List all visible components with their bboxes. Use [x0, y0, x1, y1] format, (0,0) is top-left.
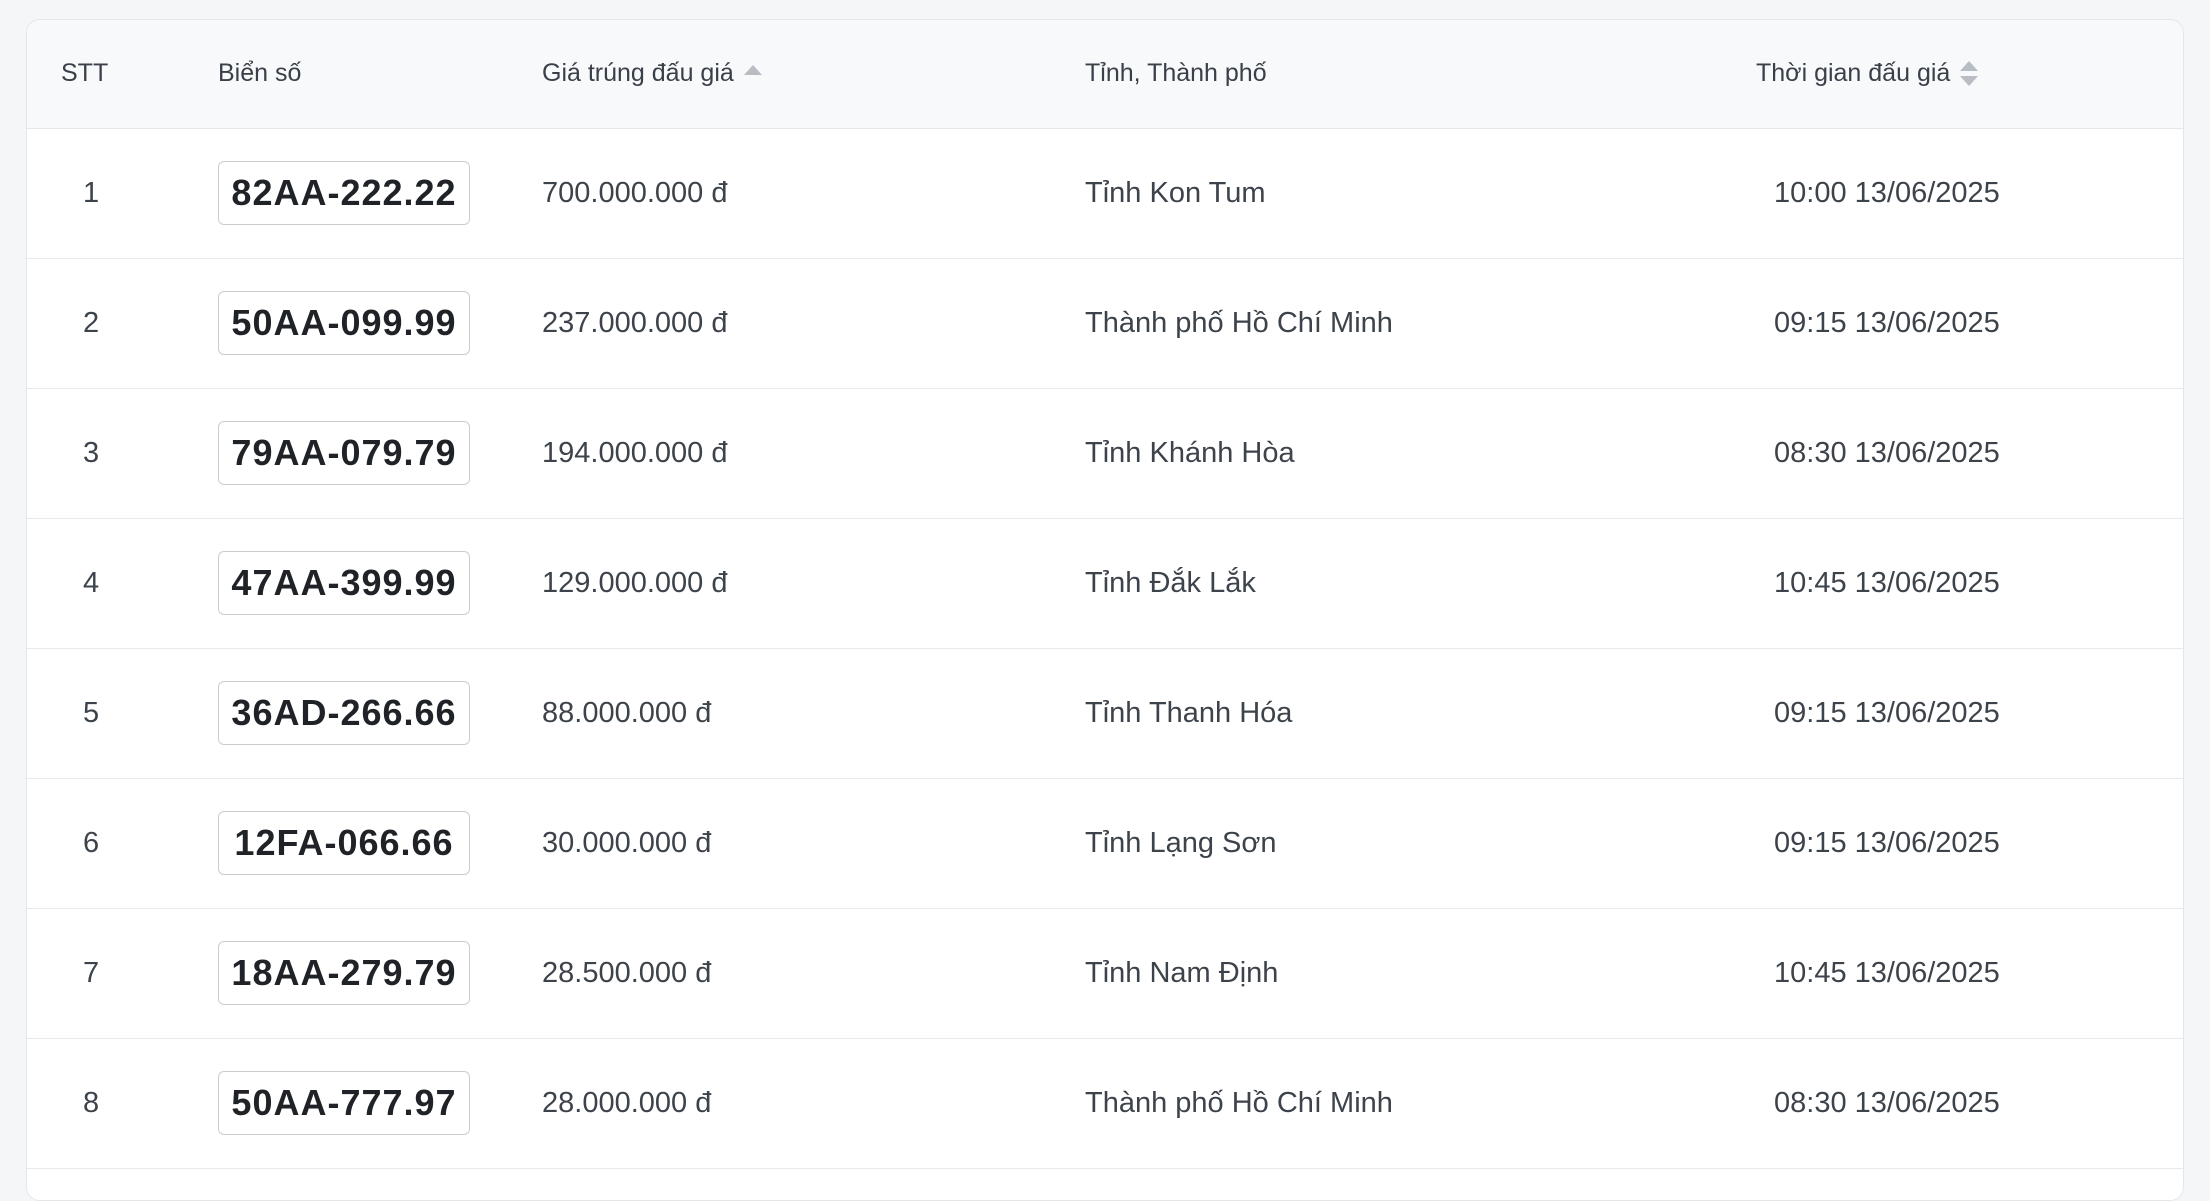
header-price-label[interactable]: Giá trúng đấu giá [542, 59, 734, 87]
cell-time: 09:15 13/06/2025 [1756, 778, 2183, 909]
cell-plate: 36AD-266.66 [192, 648, 514, 779]
license-plate[interactable]: 47AA-399.99 [218, 551, 470, 615]
cell-province: Tỉnh Kon Tum [1056, 128, 1756, 259]
table-row[interactable]: 1 82AA-222.22 700.000.000 đ Tỉnh Kon Tum 10:… [27, 128, 2183, 259]
cell-plate: 12FA-066.66 [192, 778, 514, 909]
cell-province: Tỉnh Thanh Hóa [1056, 648, 1756, 779]
cell-province: Tỉnh Nam Định [1056, 908, 1756, 1039]
table-row[interactable]: 4 47AA-399.99 129.000.000 đ Tỉnh Đắk Lắk 10:… [27, 518, 2183, 649]
cell-province: Tỉnh Đắk Lắk [1056, 518, 1756, 649]
table-row[interactable]: 6 12FA-066.66 30.000.000 đ Tỉnh Lạng Sơn 09:… [27, 778, 2183, 909]
cell-price: 28.000.000 đ [514, 1038, 1056, 1169]
cell-province: Tỉnh Lạng Sơn [1056, 778, 1756, 909]
header-province: Tỉnh, Thành phố [1056, 20, 1756, 129]
cell-time: 09:15 13/06/2025 [1756, 648, 2183, 779]
cell-time: 10:00 13/06/2025 [1756, 128, 2183, 259]
table-row[interactable]: 3 79AA-079.79 194.000.000 đ Tỉnh Khánh Hòa 0… [27, 388, 2183, 519]
cell-plate: 79AA-079.79 [192, 388, 514, 519]
cell-price: 194.000.000 đ [514, 388, 1056, 519]
license-plate[interactable]: 12FA-066.66 [218, 811, 470, 875]
license-plate[interactable]: 50AA-777.97 [218, 1071, 470, 1135]
cell-price: 88.000.000 đ [514, 648, 1056, 779]
cell-plate: 47AA-399.99 [192, 518, 514, 649]
cell-province: Thành phố Hồ Chí Minh [1056, 258, 1756, 389]
cell-time: 10:45 13/06/2025 [1756, 908, 2183, 1039]
table-row[interactable]: 7 18AA-279.79 28.500.000 đ Tỉnh Nam Định 10:… [27, 908, 2183, 1039]
cell-stt: 7 [27, 908, 192, 1039]
license-plate[interactable]: 36AD-266.66 [218, 681, 470, 745]
cell-price: 700.000.000 đ [514, 128, 1056, 259]
license-plate[interactable]: 50AA-099.99 [218, 291, 470, 355]
sort-ascending-icon[interactable] [743, 59, 762, 89]
auction-results-table: STT Biển số Giá trúng đấu giá Tỉnh, Thàn… [27, 20, 2183, 1169]
license-plate[interactable]: 18AA-279.79 [218, 941, 470, 1005]
license-plate[interactable]: 79AA-079.79 [218, 421, 470, 485]
cell-province: Thành phố Hồ Chí Minh [1056, 1038, 1756, 1169]
header-time-label[interactable]: Thời gian đấu giá [1756, 59, 1950, 87]
table-row[interactable]: 8 50AA-777.97 28.000.000 đ Thành phố Hồ Chí… [27, 1038, 2183, 1169]
cell-plate: 18AA-279.79 [192, 908, 514, 1039]
cell-stt: 4 [27, 518, 192, 649]
table-row[interactable]: 5 36AD-266.66 88.000.000 đ Tỉnh Thanh Hóa 09… [27, 648, 2183, 779]
cell-time: 10:45 13/06/2025 [1756, 518, 2183, 649]
auction-results-table-card: STT Biển số Giá trúng đấu giá Tỉnh, Thàn… [26, 19, 2184, 1201]
sort-both-icon[interactable] [1960, 59, 1979, 89]
cell-time: 08:30 13/06/2025 [1756, 388, 2183, 519]
header-price[interactable]: Giá trúng đấu giá [514, 20, 1056, 129]
cell-stt: 8 [27, 1038, 192, 1169]
header-stt: STT [27, 20, 192, 129]
header-time[interactable]: Thời gian đấu giá [1756, 20, 2183, 129]
cell-stt: 3 [27, 388, 192, 519]
cell-stt: 1 [27, 128, 192, 259]
cell-price: 129.000.000 đ [514, 518, 1056, 649]
table-header-row: STT Biển số Giá trúng đấu giá Tỉnh, Thàn… [27, 20, 2183, 129]
cell-stt: 5 [27, 648, 192, 779]
cell-price: 30.000.000 đ [514, 778, 1056, 909]
cell-plate: 50AA-777.97 [192, 1038, 514, 1169]
cell-province: Tỉnh Khánh Hòa [1056, 388, 1756, 519]
license-plate[interactable]: 82AA-222.22 [218, 161, 470, 225]
cell-time: 09:15 13/06/2025 [1756, 258, 2183, 389]
header-plate: Biển số [192, 20, 514, 129]
cell-stt: 2 [27, 258, 192, 389]
cell-price: 28.500.000 đ [514, 908, 1056, 1039]
table-body: 1 82AA-222.22 700.000.000 đ Tỉnh Kon Tum 10:… [27, 128, 2183, 1169]
cell-stt: 6 [27, 778, 192, 909]
cell-time: 08:30 13/06/2025 [1756, 1038, 2183, 1169]
cell-price: 237.000.000 đ [514, 258, 1056, 389]
cell-plate: 82AA-222.22 [192, 128, 514, 259]
cell-plate: 50AA-099.99 [192, 258, 514, 389]
table-row[interactable]: 2 50AA-099.99 237.000.000 đ Thành phố Hồ Ch… [27, 258, 2183, 389]
